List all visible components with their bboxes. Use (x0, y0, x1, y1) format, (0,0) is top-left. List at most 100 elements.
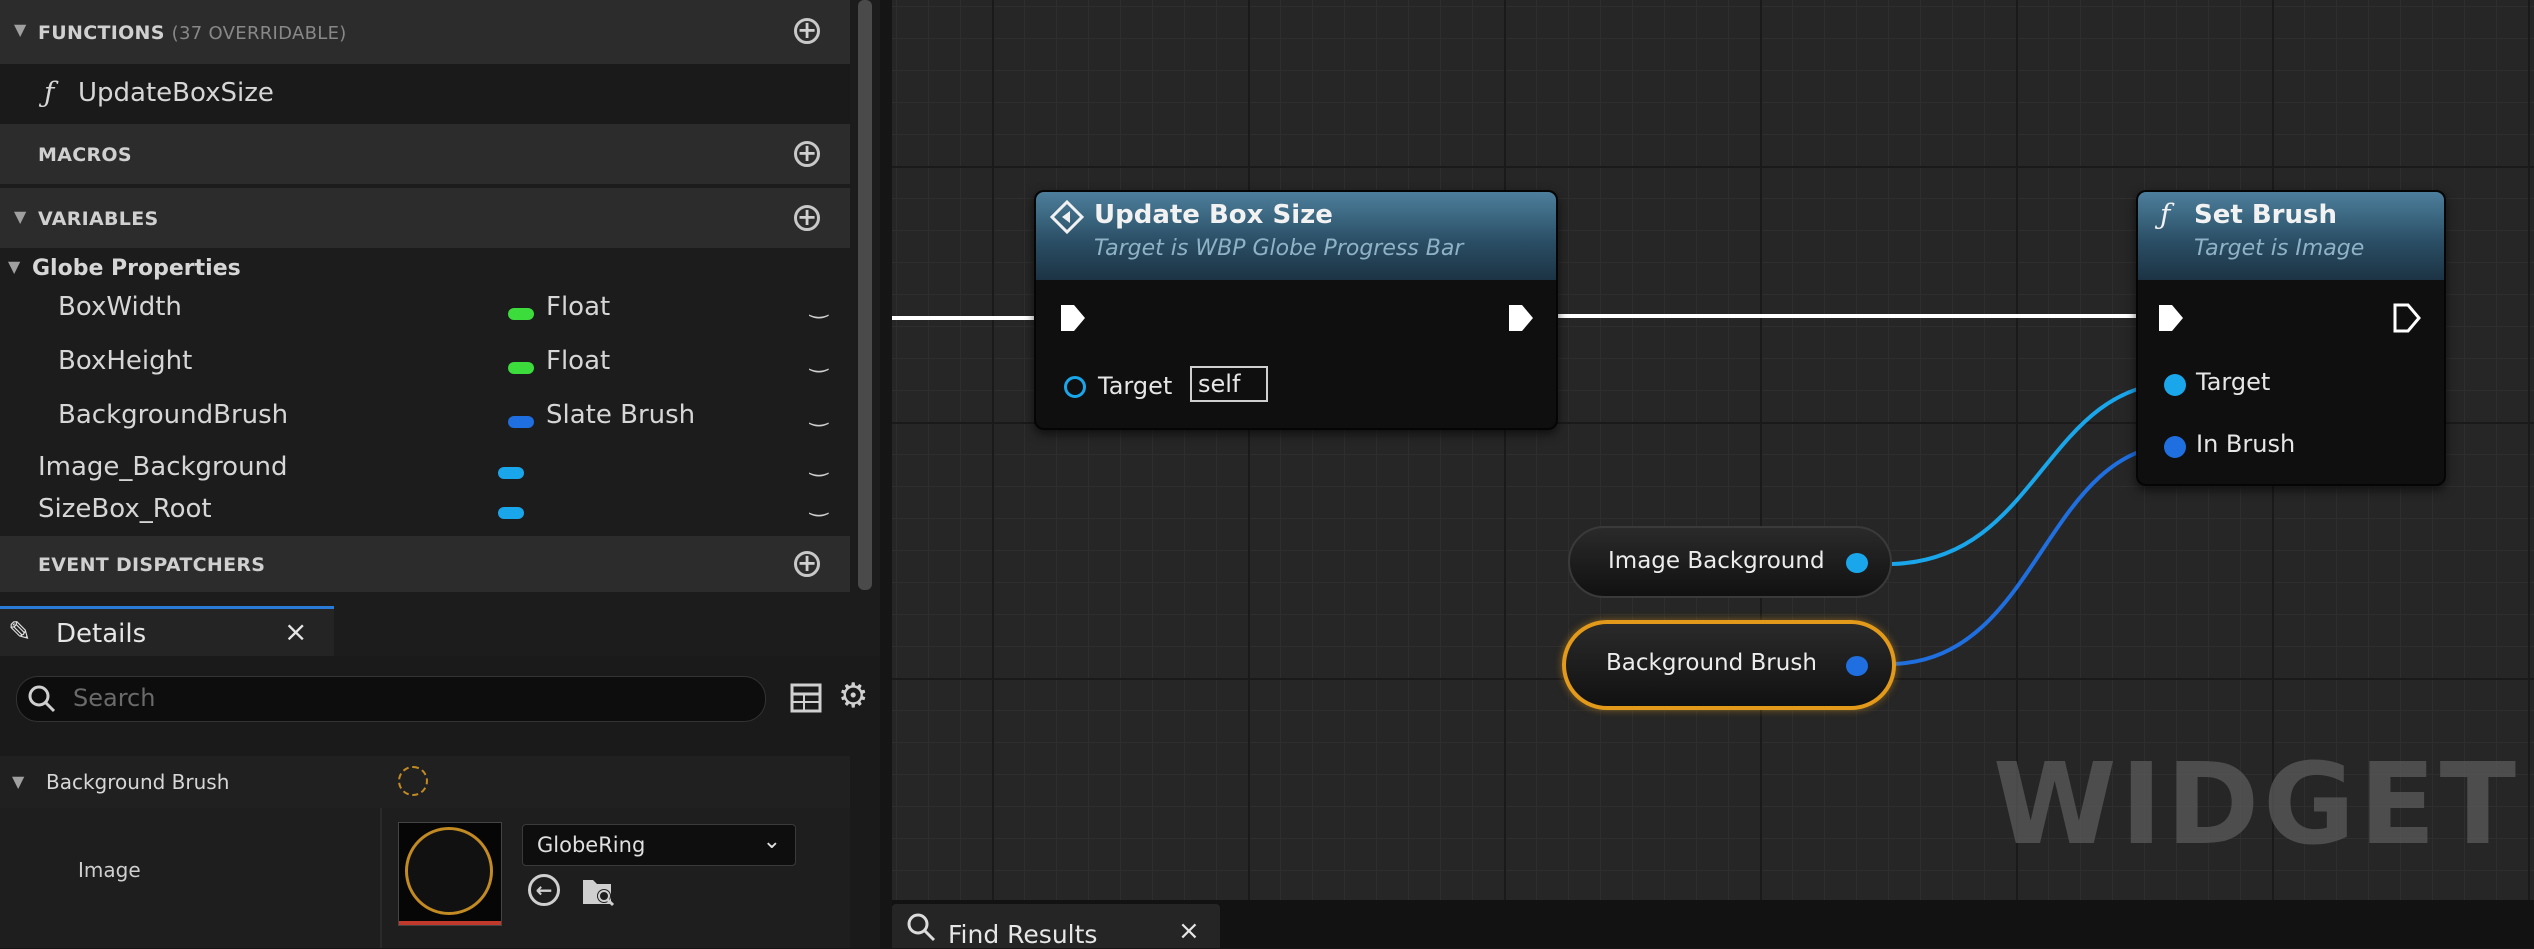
thumbnail-underline (399, 921, 501, 925)
variable-type[interactable]: Float (546, 346, 610, 376)
target-pin-icon[interactable] (1064, 376, 1086, 398)
eye-closed-icon[interactable]: ‿ (810, 348, 828, 373)
pin-label-target: Target (1098, 372, 1173, 400)
variable-type[interactable]: Float (546, 292, 610, 322)
function-item-updateboxsize[interactable]: ƒ UpdateBoxSize (0, 64, 850, 124)
in-brush-pin-icon[interactable] (2164, 436, 2186, 458)
variable-item-sizebox-root[interactable]: SizeBox_Root ‿ (0, 492, 850, 534)
node-update-box-size[interactable]: Update Box Size Target is WBP Globe Prog… (1034, 190, 1558, 430)
search-placeholder: Search (73, 684, 156, 712)
eye-closed-icon[interactable]: ‿ (810, 402, 828, 427)
exec-in-pin-icon[interactable] (2156, 302, 2186, 334)
image-thumbnail[interactable] (398, 822, 502, 926)
node-set-brush[interactable]: ƒ Set Brush Target is Image Target In Br… (2136, 190, 2446, 486)
slate-brush-type-pill-icon[interactable] (508, 416, 534, 428)
event-graph-canvas[interactable]: Update Box Size Target is WBP Globe Prog… (892, 0, 2534, 900)
add-variable-icon[interactable]: + (794, 205, 820, 231)
category-label: Background Brush (46, 770, 230, 794)
functions-label: FUNCTIONS (38, 22, 165, 44)
event-diamond-icon (1050, 200, 1084, 234)
macros-section-header[interactable]: MACROS + (0, 124, 850, 184)
find-results-label: Find Results (948, 920, 1098, 949)
add-macro-icon[interactable]: + (794, 141, 820, 167)
collapse-arrow-icon[interactable]: ▼ (12, 772, 24, 791)
table-view-icon[interactable] (790, 682, 824, 716)
node-subtitle: Target is WBP Globe Progress Bar (1094, 236, 1464, 261)
functions-section-header[interactable]: ▼ FUNCTIONS (37 OVERRIDABLE) + (0, 0, 850, 64)
search-icon (907, 913, 936, 942)
column-divider (380, 808, 382, 948)
variable-node-label: Background Brush (1606, 650, 1817, 676)
event-dispatchers-section-header[interactable]: EVENT DISPATCHERS + (0, 536, 850, 592)
function-icon: ƒ (2160, 198, 2171, 231)
variable-name: BoxWidth (58, 292, 182, 322)
object-type-pill-icon[interactable] (498, 467, 524, 479)
add-function-icon[interactable]: + (794, 18, 820, 44)
collapse-arrow-icon[interactable]: ▼ (8, 257, 20, 276)
tab-details[interactable]: ✎ Details × (0, 606, 334, 659)
pin-label-in-brush: In Brush (2196, 430, 2296, 458)
close-icon[interactable]: × (1178, 916, 1200, 946)
variables-label: VARIABLES (38, 208, 159, 230)
scrollbar[interactable] (858, 0, 872, 590)
chevron-down-icon: ⌄ (762, 829, 781, 854)
node-get-image-background[interactable]: Image Background (1568, 526, 1892, 598)
search-icon (28, 685, 56, 713)
node-get-background-brush[interactable]: Background Brush (1562, 620, 1896, 710)
asset-picker-value: GlobeRing (537, 833, 646, 857)
variables-section-header[interactable]: ▼ VARIABLES + (0, 188, 850, 248)
functions-overridable-count: (37 OVERRIDABLE) (171, 23, 347, 44)
eye-closed-icon[interactable]: ‿ (810, 452, 828, 477)
variable-name: SizeBox_Root (38, 494, 212, 524)
event-dispatchers-label: EVENT DISPATCHERS (38, 554, 266, 576)
variable-node-label: Image Background (1608, 548, 1825, 574)
variable-name: Image_Background (38, 452, 288, 482)
property-label: Image (78, 858, 141, 882)
my-blueprint-panel: ▼ FUNCTIONS (37 OVERRIDABLE) + ƒ UpdateB… (0, 0, 880, 948)
globe-ring-preview (405, 827, 493, 915)
eye-closed-icon[interactable]: ‿ (810, 294, 828, 319)
exec-in-pin-icon[interactable] (1058, 302, 1088, 334)
graph-type-watermark: WIDGET (1992, 740, 2520, 870)
variable-type[interactable]: Slate Brush (546, 400, 695, 430)
node-title: Update Box Size (1094, 200, 1333, 230)
object-output-pin-icon[interactable] (1846, 553, 1868, 573)
variable-item-boxheight[interactable]: BoxHeight Float ‿ (0, 346, 850, 398)
exec-out-pin-icon[interactable] (1506, 302, 1536, 334)
node-subtitle: Target is Image (2194, 236, 2365, 261)
reset-ring-icon[interactable] (398, 766, 428, 796)
float-type-pill-icon[interactable] (508, 362, 534, 374)
browse-folder-icon[interactable] (580, 874, 618, 908)
gear-icon[interactable]: ⚙ (838, 676, 868, 716)
collapse-arrow-icon[interactable]: ▼ (14, 20, 27, 39)
variable-name: BoxHeight (58, 346, 193, 376)
macros-label: MACROS (38, 144, 132, 166)
pin-label-target: Target (2196, 368, 2271, 396)
collapse-arrow-icon[interactable]: ▼ (14, 207, 27, 226)
function-icon: ƒ (44, 76, 55, 109)
variable-item-boxwidth[interactable]: BoxWidth Float ‿ (0, 292, 850, 344)
add-event-dispatcher-icon[interactable]: + (794, 551, 820, 577)
target-value-input[interactable]: self (1190, 366, 1268, 402)
brush-output-pin-icon[interactable] (1846, 656, 1868, 676)
target-pin-icon[interactable] (2164, 374, 2186, 396)
object-type-pill-icon[interactable] (498, 507, 524, 519)
category-background-brush[interactable]: ▼ Background Brush (0, 756, 850, 808)
variable-item-backgroundbrush[interactable]: BackgroundBrush Slate Brush ‿ (0, 400, 850, 452)
details-tab-label: Details (56, 619, 147, 649)
category-label: Globe Properties (32, 256, 241, 281)
eye-closed-icon[interactable]: ‿ (810, 492, 828, 517)
variable-name: BackgroundBrush (58, 400, 289, 430)
function-item-label: UpdateBoxSize (78, 78, 274, 108)
close-icon[interactable]: × (284, 615, 307, 648)
category-globe-properties[interactable]: ▼ Globe Properties (0, 248, 850, 292)
node-title: Set Brush (2194, 200, 2337, 230)
use-selected-arrow-icon[interactable]: ← (528, 874, 560, 906)
search-input[interactable]: Search (16, 676, 766, 722)
float-type-pill-icon[interactable] (508, 308, 534, 320)
pencil-icon: ✎ (8, 615, 32, 648)
tab-find-results[interactable]: Find Results × (892, 904, 1220, 949)
variable-item-image-background[interactable]: Image_Background ‿ (0, 452, 850, 494)
asset-picker-dropdown[interactable]: GlobeRing ⌄ (522, 824, 796, 866)
exec-out-pin-icon[interactable] (2392, 302, 2422, 334)
